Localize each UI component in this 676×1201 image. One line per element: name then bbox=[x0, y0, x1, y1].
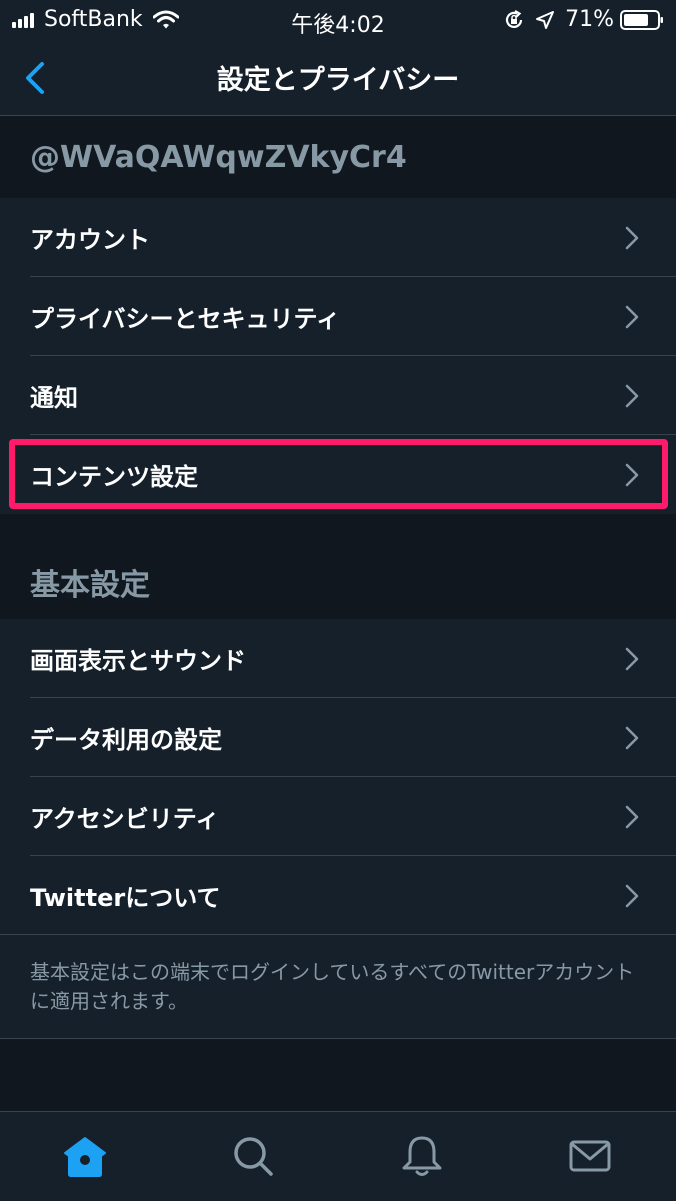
battery-icon bbox=[620, 9, 663, 30]
settings-row-data-usage[interactable]: データ利用の設定 bbox=[0, 698, 676, 777]
orientation-lock-icon bbox=[506, 9, 523, 28]
content-filler bbox=[0, 1039, 676, 1111]
settings-row-display-sound[interactable]: 画面表示とサウンド bbox=[0, 619, 676, 698]
row-label: アクセシビリティ bbox=[30, 805, 220, 833]
mail-icon[interactable] bbox=[566, 1132, 614, 1180]
chevron-right-icon bbox=[625, 226, 639, 250]
location-arrow-icon bbox=[536, 10, 555, 29]
settings-row-privacy[interactable]: プライバシーとセキュリティ bbox=[0, 277, 676, 356]
row-divider bbox=[0, 934, 676, 935]
account-section-header: @WVaQAWqwZVkyCr4 bbox=[0, 116, 676, 198]
row-label: データ利用の設定 bbox=[30, 726, 222, 754]
settings-row-notifications[interactable]: 通知 bbox=[0, 356, 676, 435]
row-label: Twitterについて bbox=[30, 884, 221, 912]
row-label: 画面表示とサウンド bbox=[30, 647, 246, 675]
status-right: 71% bbox=[503, 7, 664, 32]
section-title: 基本設定 bbox=[30, 568, 150, 603]
settings-row-content[interactable]: コンテンツ設定 bbox=[0, 435, 676, 514]
general-section-header: 基本設定 bbox=[0, 514, 676, 619]
settings-row-accessibility[interactable]: アクセシビリティ bbox=[0, 777, 676, 856]
chevron-right-icon bbox=[625, 647, 639, 671]
general-settings-note: 基本設定はこの端末でログインしているすべてのTwitterアカウントに適用されま… bbox=[0, 936, 676, 1039]
chevron-right-icon bbox=[625, 726, 639, 750]
home-icon[interactable] bbox=[61, 1132, 109, 1180]
chevron-right-icon bbox=[625, 384, 639, 408]
chevron-right-icon bbox=[625, 805, 639, 829]
chevron-right-icon bbox=[625, 884, 639, 908]
bell-icon[interactable] bbox=[398, 1132, 446, 1180]
footnote-text: 基本設定はこの端末でログインしているすべてのTwitterアカウントに適用されま… bbox=[30, 960, 635, 1013]
chevron-right-icon bbox=[625, 305, 639, 329]
status-bar: SoftBank 午後4:02 71% bbox=[0, 0, 676, 40]
tab-bar bbox=[0, 1111, 676, 1201]
search-icon[interactable] bbox=[229, 1132, 277, 1180]
nav-bar: 設定とプライバシー bbox=[0, 40, 676, 116]
battery-percent: 71% bbox=[565, 7, 614, 32]
settings-row-account[interactable]: アカウント bbox=[0, 198, 676, 277]
row-label: アカウント bbox=[30, 226, 150, 254]
row-label: 通知 bbox=[30, 384, 78, 412]
row-label: プライバシーとセキュリティ bbox=[30, 305, 341, 333]
row-label: コンテンツ設定 bbox=[30, 463, 198, 491]
page-title: 設定とプライバシー bbox=[216, 65, 460, 96]
settings-row-about[interactable]: Twitterについて bbox=[0, 856, 676, 935]
account-handle: @WVaQAWqwZVkyCr4 bbox=[30, 140, 407, 175]
chevron-right-icon bbox=[625, 463, 639, 487]
